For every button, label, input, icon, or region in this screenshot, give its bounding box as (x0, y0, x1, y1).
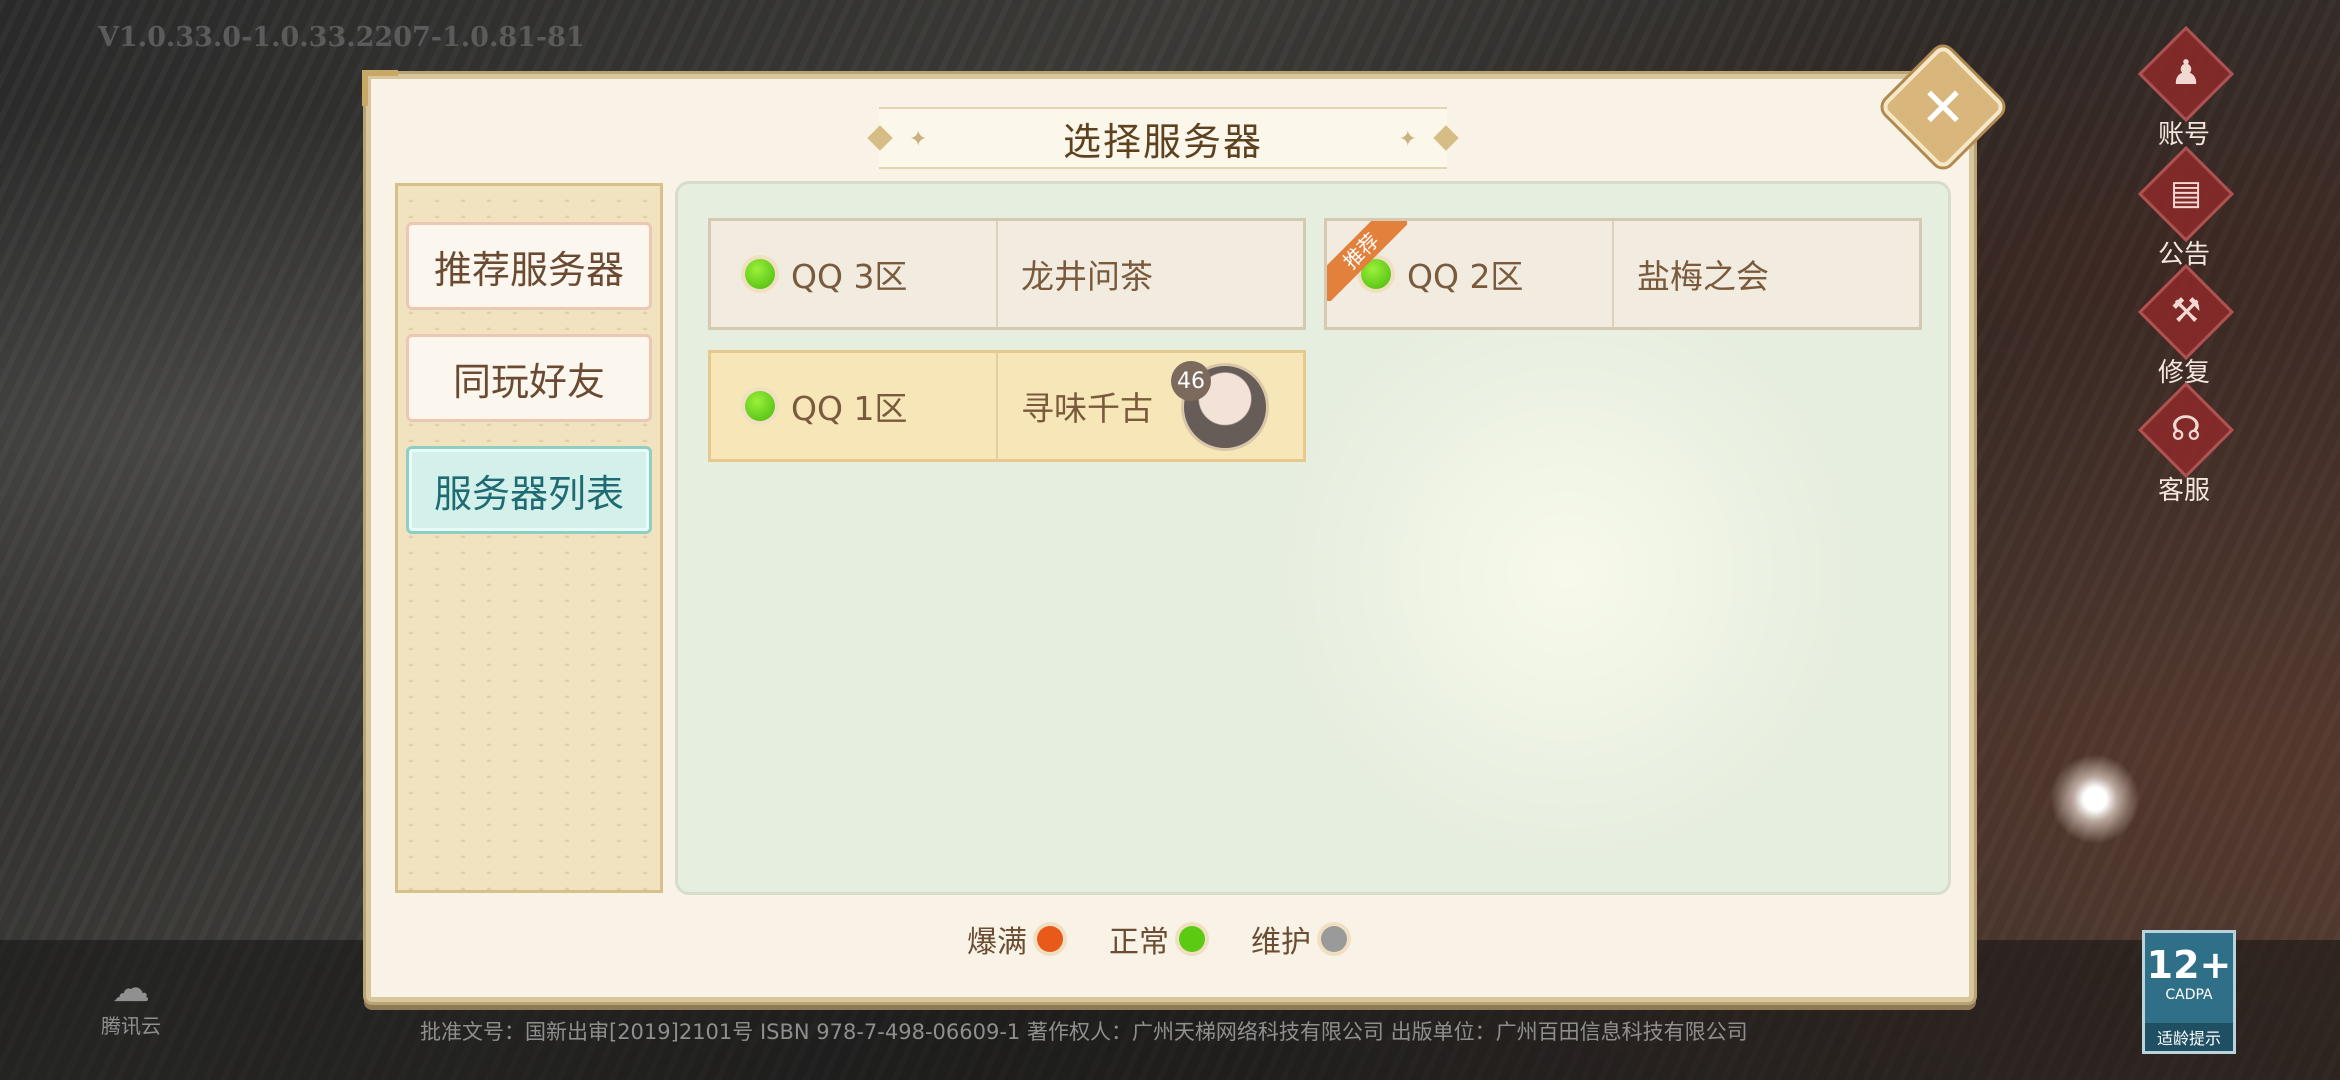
divider (996, 221, 998, 327)
server-name: 寻味千古 (1021, 389, 1153, 428)
legend-normal: 正常 (1109, 917, 1205, 961)
divider (1612, 221, 1614, 327)
server-zone: QQ 1区 (791, 389, 908, 428)
account-icon: ♟ (2170, 53, 2202, 93)
sparkle-right-icon: ✦ (1398, 127, 1417, 152)
age-rating-badge[interactable]: 12+ CADPA 适龄提示 (2142, 930, 2236, 1054)
version-label: V1.0.33.0-1.0.33.2207-1.0.81-81 (98, 22, 585, 53)
recommended-badge-label: 推荐 (1327, 221, 1407, 301)
tencent-cloud-label: 腾讯云 (101, 1014, 161, 1038)
account-button[interactable]: ♟ 账号 (2137, 25, 2235, 150)
cloud-icon: ☁ (112, 966, 150, 1010)
dialog-title: 选择服务器 (1062, 119, 1263, 164)
repair-button[interactable]: ⚒ 修复 (2137, 263, 2235, 388)
server-zone: QQ 2区 (1407, 257, 1524, 296)
server-name: 龙井问茶 (1021, 257, 1153, 296)
avatar-level-badge: 46 (1171, 361, 1211, 401)
announcement-icon: ▤ (2169, 173, 2203, 213)
status-normal-icon (1179, 926, 1205, 952)
tencent-cloud-logo: ☁ 腾讯云 (96, 966, 166, 1039)
category-sidebar: 推荐服务器 同玩好友 服务器列表 (395, 183, 663, 893)
close-icon: ✕ (1920, 75, 1966, 139)
announcement-button[interactable]: ▤ 公告 (2137, 145, 2235, 270)
age-rating-value: 12+ (2146, 943, 2232, 987)
customer-service-button[interactable]: ☊ 客服 (2137, 381, 2235, 506)
age-rating-tip: 适龄提示 (2145, 1023, 2233, 1051)
divider (996, 353, 998, 459)
recommended-badge: 推荐 (1327, 221, 1407, 301)
status-normal-icon (745, 391, 775, 421)
legend-full-label: 爆满 (967, 925, 1027, 960)
ornament-left-icon (867, 125, 893, 151)
sparkle-left-icon: ✦ (909, 127, 928, 152)
server-list-panel: QQ 3区 龙井问茶 推荐 QQ 2区 盐梅之会 QQ 1区 寻味千古 46 (675, 181, 2140, 895)
server-zone: QQ 3区 (791, 257, 908, 296)
server-name: 盐梅之会 (1637, 257, 1769, 296)
dialog-title-bar: ✦ 选择服务器 ✦ (867, 107, 1459, 169)
tab-friends[interactable]: 同玩好友 (406, 334, 652, 422)
tab-recommended-servers[interactable]: 推荐服务器 (406, 222, 652, 310)
server-item[interactable]: 推荐 QQ 2区 盐梅之会 (1324, 218, 1922, 330)
sparkle-glow (2050, 754, 2140, 844)
server-item-selected[interactable]: QQ 1区 寻味千古 46 (708, 350, 1306, 462)
tab-server-list[interactable]: 服务器列表 (406, 446, 652, 534)
status-legend: 爆满 正常 维护 (967, 917, 1347, 961)
status-full-icon (1037, 926, 1063, 952)
server-item[interactable]: QQ 3区 龙井问茶 (708, 218, 1306, 330)
status-maintenance-icon (1321, 926, 1347, 952)
account-label: 账号 (2157, 120, 2210, 150)
server-select-dialog: ✦ 选择服务器 ✦ 推荐服务器 同玩好友 服务器列表 QQ 3区 龙井问茶 推荐… (362, 70, 2140, 1002)
status-normal-icon (745, 259, 775, 289)
legend-maintenance-label: 维护 (1251, 925, 1311, 960)
legend-maintenance: 维护 (1251, 917, 1347, 961)
ornament-right-icon (1433, 125, 1459, 151)
legend-normal-label: 正常 (1109, 925, 1169, 960)
publishing-info: 批准文号：国新出审[2019]2101号 ISBN 978-7-498-0660… (420, 1020, 1748, 1044)
legend-full: 爆满 (967, 917, 1063, 961)
customer-service-label: 客服 (2157, 476, 2210, 506)
repair-icon: ⚒ (2170, 291, 2202, 331)
age-rating-org: CADPA (2165, 987, 2213, 1003)
customer-service-icon: ☊ (2170, 409, 2202, 449)
